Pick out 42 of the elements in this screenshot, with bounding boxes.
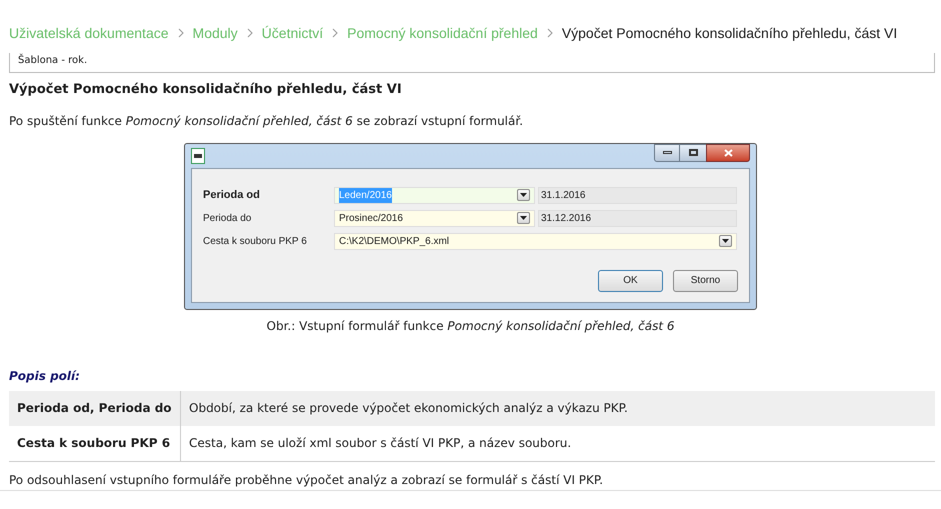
chevron-icon (332, 28, 338, 38)
period-combo[interactable]: Leden/2016 (334, 186, 535, 204)
breadcrumb-current: Výpočet Pomocného konsolidačního přehledu, část VI (562, 24, 898, 43)
figure-caption: Obr.: Vstupní formulář funkce Pomocný konsolidační přehled, část 6 (266, 318, 674, 334)
dropdown-button[interactable] (517, 212, 530, 224)
dropdown-button[interactable] (719, 235, 732, 247)
chevron-icon (178, 28, 184, 38)
combo-value: Leden/2016 (339, 188, 392, 202)
breadcrumb-link[interactable]: Moduly (192, 22, 238, 44)
close-icon (724, 148, 732, 156)
table-cell: Cesta k souboru PKP 6 (9, 426, 181, 460)
breadcrumb-link[interactable]: Pomocný konsolidační přehled (347, 22, 538, 44)
period-combo[interactable]: Prosinec/2016 (334, 210, 535, 226)
breadcrumb-link[interactable]: Uživatelská dokumentace (9, 22, 169, 44)
combo-value: C:\K2\DEMO\PKP_6.xml (339, 234, 450, 248)
outro-paragraph: Po odsouhlasení vstupního formuláře proběhne výpočet analýz a zobrazí se formulář s částí VI PKP. (9, 472, 604, 488)
table-cell-text: Cesta, kam se uloží xml soubor s částí VI PKP, a název souboru. (188, 435, 572, 452)
caret-icon (520, 216, 527, 220)
maximize-button[interactable] (680, 144, 706, 162)
path-combo[interactable]: C:\K2\DEMO\PKP_6.xml (334, 232, 737, 250)
field-label: Perioda od (203, 188, 261, 203)
table-cell-text: Období, za které se provede výpočet ekonomických analýz a výkazu PKP. (188, 400, 628, 417)
breadcrumb-link[interactable]: Účetnictví (262, 22, 324, 44)
date-field: 31.1.2016 (538, 186, 737, 204)
field-label: Cesta k souboru PKP 6 (203, 234, 308, 248)
field-label: Perioda do (203, 212, 252, 226)
chevron-icon (546, 28, 553, 38)
date-field: 31.12.2016 (538, 210, 737, 226)
app-logo-icon (191, 148, 205, 164)
dropdown-button[interactable] (517, 189, 530, 201)
section-heading: Výpočet Pomocného konsolidačního přehledu, část VI (9, 81, 403, 99)
dialog-button[interactable]: Storno (673, 270, 738, 292)
minimize-button[interactable] (654, 144, 680, 162)
caret-icon (520, 193, 527, 197)
dialog-button[interactable]: OK (598, 270, 663, 292)
note-text: Šablona - rok. (18, 53, 88, 67)
combo-value: Prosinec/2016 (339, 212, 403, 226)
close-button[interactable] (706, 144, 750, 162)
caret-icon (722, 239, 729, 243)
fields-heading: Popis polí: (9, 368, 81, 384)
intro-paragraph: Po spuštění funkce Pomocný konsolidační přehled, část 6 se zobrazí vstupní formulář. (9, 112, 524, 130)
chevron-icon (246, 28, 253, 38)
